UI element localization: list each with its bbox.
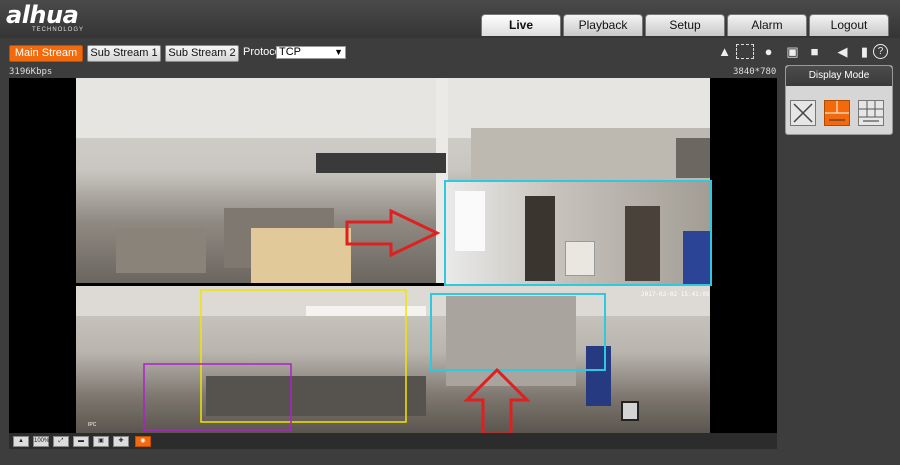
main-stream-button[interactable]: Main Stream: [9, 45, 83, 62]
snapshot-icon[interactable]: ●: [760, 44, 777, 60]
split-mode-icon: [825, 101, 849, 121]
person-icon[interactable]: ▲: [716, 44, 733, 60]
width-height-ratio-icon[interactable]: ▬: [73, 436, 89, 447]
audio-icon[interactable]: ◀: [834, 44, 851, 60]
annotation-overlay: [143, 180, 712, 433]
sub-stream-1-button[interactable]: Sub Stream 1: [87, 45, 161, 62]
cyan-box-source: [430, 293, 606, 371]
tab-live[interactable]: Live: [481, 14, 561, 36]
original-size-icon[interactable]: 100%: [33, 436, 49, 447]
sub-stream-2-button[interactable]: Sub Stream 2: [165, 45, 239, 62]
fullscreen-mode-icon: [793, 103, 813, 123]
yellow-box: [200, 289, 407, 423]
microphone-icon[interactable]: ▮: [856, 44, 873, 60]
tab-playback[interactable]: Playback: [563, 14, 643, 36]
display-mode-panel: Display Mode: [785, 65, 893, 135]
tab-logout[interactable]: Logout: [809, 14, 889, 36]
split-mode-button[interactable]: [824, 100, 850, 126]
up-arrow-icon: [463, 367, 531, 433]
tab-alarm[interactable]: Alarm: [727, 14, 807, 36]
top-bar: alhua TECHNOLOGY Live Playback Setup Ala…: [0, 0, 900, 38]
cyan-box-zoom: [444, 180, 712, 286]
bitrate-readout: 3196Kbps: [9, 67, 53, 77]
grid-mode-icon: [859, 101, 883, 122]
resolution-readout: 3840*780: [733, 67, 777, 77]
view-icon[interactable]: ◉: [135, 436, 151, 447]
fit-icon[interactable]: ▣: [93, 436, 109, 447]
right-arrow-icon: [345, 208, 441, 258]
brand-logo: alhua TECHNOLOGY: [6, 3, 84, 33]
display-mode-title: Display Mode: [786, 66, 892, 86]
record-icon[interactable]: ■: [806, 44, 823, 60]
grid-mode-button[interactable]: [858, 100, 884, 126]
ptz-icon[interactable]: ✚: [113, 436, 129, 447]
brand-subtitle: TECHNOLOGY: [32, 27, 85, 33]
triple-snapshot-icon[interactable]: ▣: [784, 44, 801, 60]
fullscreen-icon[interactable]: ⤢: [53, 436, 69, 447]
brand-name: alhua: [6, 1, 79, 29]
help-icon[interactable]: ?: [873, 44, 888, 59]
eagle-eye-icon[interactable]: ▲: [13, 436, 29, 447]
protocol-select[interactable]: TCP ▼: [276, 46, 346, 59]
chevron-down-icon: ▼: [334, 47, 343, 57]
region-icon[interactable]: [736, 44, 754, 59]
fullscreen-mode-button[interactable]: [790, 100, 816, 126]
protocol-value: TCP: [279, 46, 301, 58]
video-viewport[interactable]: 2017-02-02 15:41:05 IPC: [9, 78, 777, 433]
tab-setup[interactable]: Setup: [645, 14, 725, 36]
purple-box: [143, 363, 292, 431]
